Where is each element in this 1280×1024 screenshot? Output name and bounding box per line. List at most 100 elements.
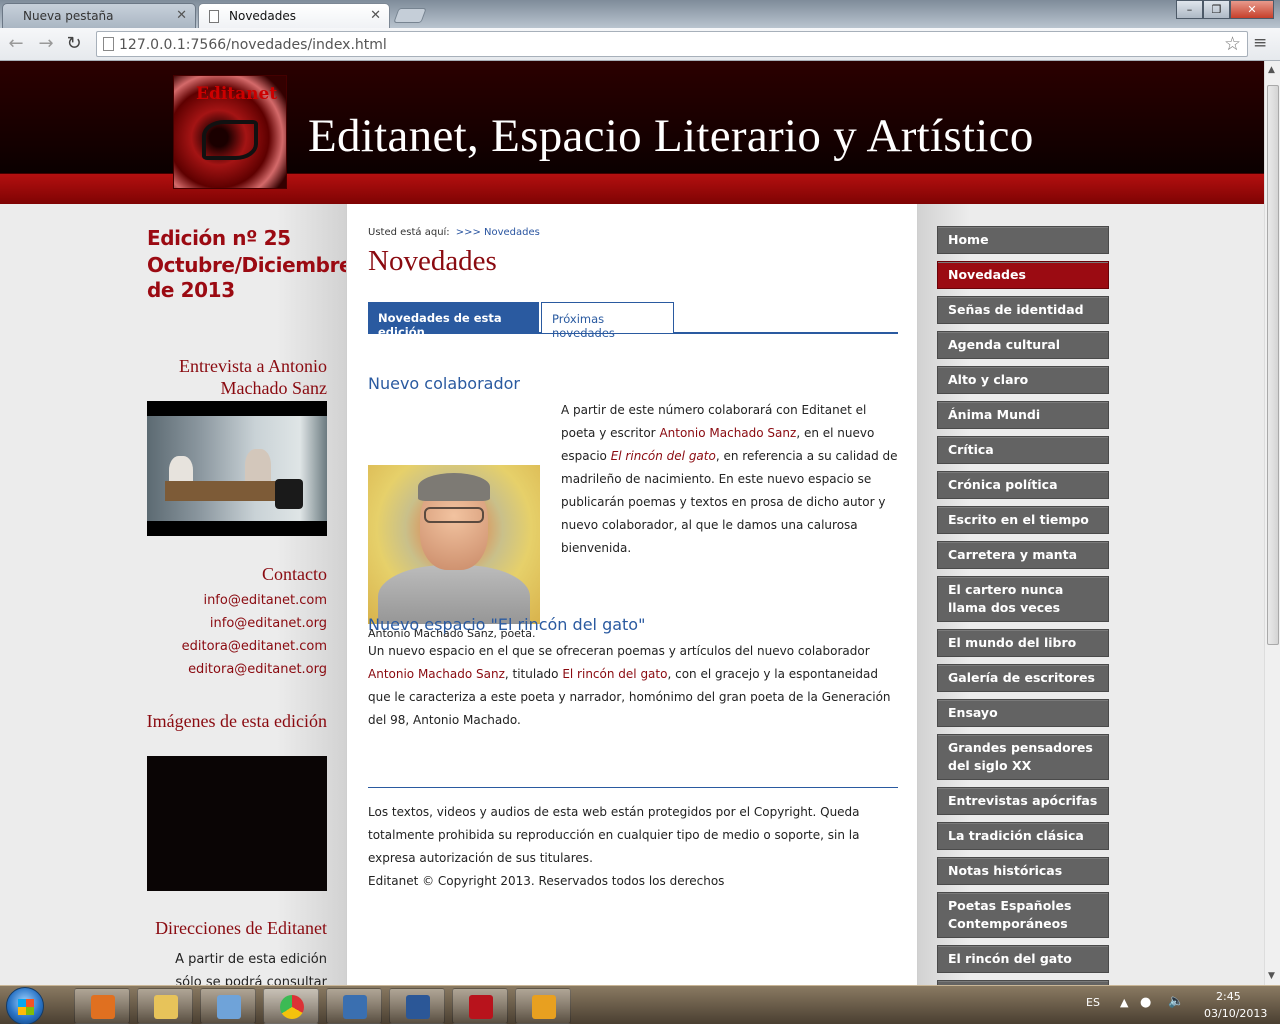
nav-item-el-cartero-nunca-llama-dos-veces[interactable]: El cartero nunca llama dos veces [937, 576, 1109, 622]
logo-mark [202, 120, 258, 160]
scrollbar-thumb[interactable] [1267, 85, 1279, 645]
nav-item-ensayo[interactable]: Ensayo [937, 699, 1109, 727]
right-sidebar: Home Novedades Señas de identidad Agenda cu… [918, 204, 1264, 985]
taskbar-app[interactable] [326, 988, 382, 1024]
taskbar-media-player[interactable] [74, 988, 130, 1024]
taskbar-app2[interactable] [515, 988, 571, 1024]
reload-icon[interactable]: ↻ [62, 32, 86, 56]
page-scrollbar[interactable]: ▲ ▼ [1264, 61, 1280, 985]
tab-proximas-novedades[interactable]: Próximas novedades [541, 302, 674, 340]
close-icon[interactable]: ✕ [370, 8, 381, 23]
maximize-button[interactable]: ❐ [1203, 0, 1230, 19]
tab-novedades-edicion[interactable]: Novedades de esta edición [368, 302, 539, 339]
back-icon[interactable]: ← [4, 32, 28, 56]
start-button[interactable] [6, 987, 44, 1024]
word-icon [406, 995, 430, 1019]
nav-item-carretera-y-manta[interactable]: Carretera y manta [937, 541, 1109, 569]
contact-email-link[interactable]: info@editanet.org [210, 616, 327, 631]
clock-date[interactable]: 03/10/2013 [1204, 1007, 1267, 1020]
folder-icon [154, 995, 178, 1019]
menu-wrench-icon[interactable]: ≡ [1253, 33, 1267, 53]
network-tray-icon[interactable]: ● [1140, 995, 1151, 1010]
nav-item-alto-y-claro[interactable]: Alto y claro [937, 366, 1109, 394]
new-tab-button[interactable] [393, 8, 427, 23]
space-link[interactable]: El rincón del gato [562, 667, 667, 681]
edition-date: Octubre/Diciembre de 2013 [147, 253, 353, 302]
addresses-text: A partir de esta edición sólo se podrá c… [175, 952, 327, 985]
section-title: Nuevo colaborador [368, 374, 520, 393]
language-indicator[interactable]: ES [1086, 996, 1100, 1009]
tab-novedades[interactable]: Novedades ✕ [198, 3, 390, 28]
nav-item-galeria-de-escritores[interactable]: Galería de escritores [937, 664, 1109, 692]
nav-item-escrito-en-el-tiempo[interactable]: Escrito en el tiempo [937, 506, 1109, 534]
wtd-icon [469, 995, 493, 1019]
nav-item-agenda-cultural[interactable]: Agenda cultural [937, 331, 1109, 359]
nav-item-novedades[interactable]: Novedades [937, 261, 1109, 289]
logo-text: Editanet [196, 84, 278, 104]
nav-item-la-tradicion-clasica[interactable]: La tradición clásica [937, 822, 1109, 850]
addresses-heading: Direcciones de Editanet [155, 918, 327, 938]
photo-glasses [424, 507, 484, 523]
scroll-down-icon[interactable]: ▼ [1268, 971, 1275, 981]
nav-item-senas-de-identidad[interactable]: Señas de identidad [937, 296, 1109, 324]
address-bar[interactable]: ☆ [96, 31, 1248, 57]
nav-item-el-mundo-del-libro[interactable]: El mundo del libro [937, 629, 1109, 657]
close-window-button[interactable]: ✕ [1230, 0, 1274, 19]
volume-icon[interactable]: 🔈 [1168, 994, 1184, 1009]
nav-item-notas-historicas[interactable]: Notas históricas [937, 857, 1109, 885]
author-photo [368, 465, 540, 624]
tab-label: Nueva pestaña [23, 9, 114, 23]
windows-logo-icon [18, 999, 34, 1015]
tab-nueva-pestana[interactable]: Nueva pestaña ✕ [2, 3, 196, 28]
section-nav: Home Novedades Señas de identidad Agenda cu… [937, 226, 1110, 985]
close-icon[interactable]: ✕ [176, 8, 187, 23]
section1-paragraph: A partir de este número colaborará con E… [561, 399, 899, 560]
nav-item-cronica-politica[interactable]: Crónica política [937, 471, 1109, 499]
images-gallery[interactable] [147, 756, 327, 891]
nav-item-anima-mundi[interactable]: Ánima Mundi [937, 401, 1109, 429]
system-tray: ES ▲ ● 🔈 2:45 03/10/2013 [1080, 986, 1280, 1024]
nav-item-critica[interactable]: Crítica [937, 436, 1109, 464]
nav-item-el-rincon-del-gato[interactable]: El rincón del gato [937, 945, 1109, 973]
nav-item-grandes-pensadores-del-siglo-xx[interactable]: Grandes pensadores del siglo XX [937, 734, 1109, 780]
minimize-button[interactable]: – [1176, 0, 1203, 19]
copyright-notice: Los textos, videos y audios de esta web … [368, 805, 860, 865]
taskbar-wtd[interactable] [452, 988, 508, 1024]
author-link[interactable]: Antonio Machado Sanz [659, 426, 796, 440]
network-icon [217, 995, 241, 1019]
contact-email-link[interactable]: editora@editanet.org [188, 662, 327, 677]
text: Un nuevo espacio en el que se ofreceran … [368, 644, 870, 658]
breadcrumb: Usted está aquí: >>> Novedades [368, 227, 540, 238]
left-sidebar: Edición nº 25 Octubre/Diciembre de 2013 … [0, 204, 353, 985]
images-heading: Imágenes de esta edición [146, 711, 327, 731]
nav-item-home[interactable]: Home [937, 226, 1109, 254]
nav-item-entrevistas-apocrifas[interactable]: Entrevistas apócrifas [937, 787, 1109, 815]
text: , titulado [504, 667, 563, 681]
taskbar-chrome[interactable] [263, 988, 319, 1024]
edition-number: Edición nº 25 [147, 226, 291, 250]
section-title: Nuevo espacio "El rincón del gato" [368, 615, 646, 634]
section2-paragraph: Un nuevo espacio en el que se ofreceran … [368, 640, 899, 732]
taskbar-network[interactable] [200, 988, 256, 1024]
scroll-up-icon[interactable]: ▲ [1268, 65, 1275, 75]
taskbar-explorer[interactable] [137, 988, 193, 1024]
bookmark-star-icon[interactable]: ☆ [1224, 33, 1241, 55]
footer-divider [368, 787, 898, 788]
windows-taskbar: ES ▲ ● 🔈 2:45 03/10/2013 [0, 985, 1280, 1024]
contact-email-link[interactable]: info@editanet.com [203, 593, 327, 608]
breadcrumb-link[interactable]: >>> Novedades [456, 227, 540, 238]
page-icon [209, 10, 219, 23]
url-input[interactable] [119, 35, 1209, 54]
clock-time[interactable]: 2:45 [1216, 990, 1241, 1003]
nav-item-poetas-espanoles-contemporaneos[interactable]: Poetas Españoles Contemporáneos [937, 892, 1109, 938]
app-icon [532, 995, 556, 1019]
browser-tab-strip: Nueva pestaña ✕ Novedades ✕ – ❐ ✕ [0, 0, 1280, 28]
author-link[interactable]: Antonio Machado Sanz [368, 667, 505, 681]
media-player-icon [91, 995, 115, 1019]
taskbar-word[interactable] [389, 988, 445, 1024]
contact-email-link[interactable]: editora@editanet.com [182, 639, 327, 654]
interview-video[interactable] [147, 401, 327, 536]
forward-icon[interactable]: → [34, 32, 58, 56]
site-logo[interactable]: Editanet [173, 75, 287, 189]
show-hidden-icons-icon[interactable]: ▲ [1120, 996, 1128, 1009]
